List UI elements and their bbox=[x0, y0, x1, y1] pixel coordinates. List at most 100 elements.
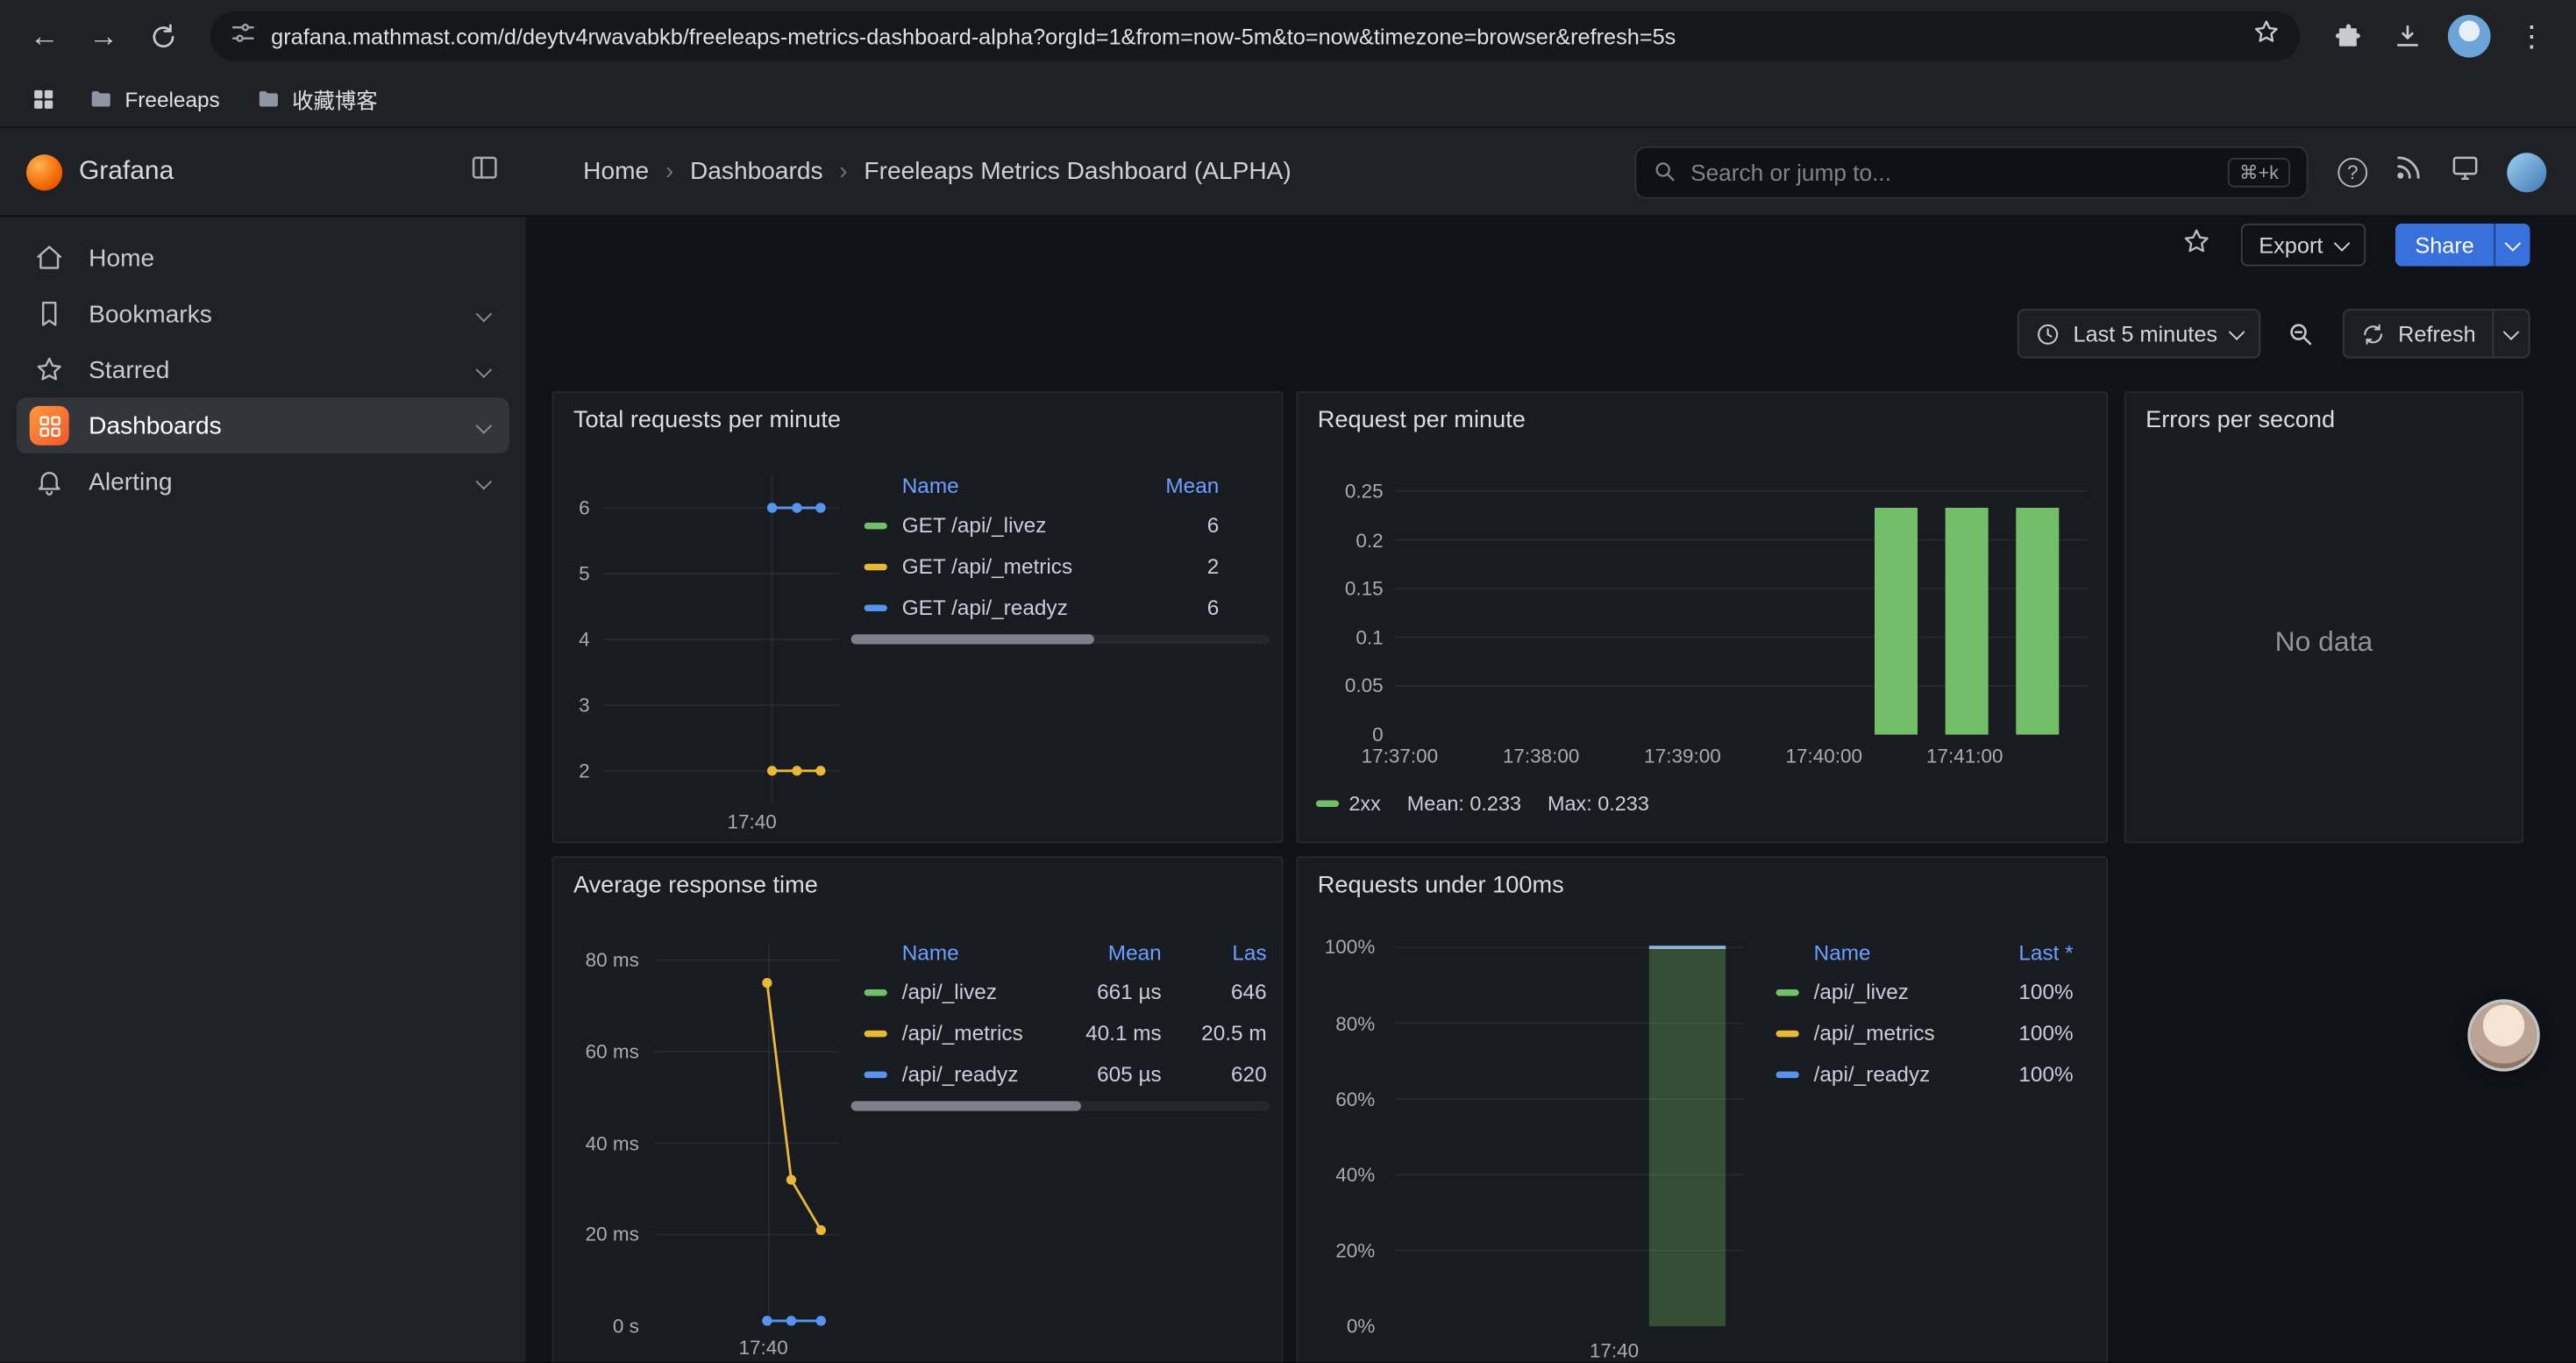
share-button-label[interactable]: Share bbox=[2395, 224, 2494, 267]
forward-icon[interactable]: → bbox=[75, 8, 132, 64]
y-tick-label: 0 s bbox=[613, 1315, 639, 1338]
sidebar-item-dashboards[interactable]: Dashboards bbox=[17, 397, 509, 453]
chart-requests-under-100ms[interactable] bbox=[1395, 942, 1743, 1326]
legend-value: 6 bbox=[1121, 513, 1219, 538]
bookmark-blog-folder[interactable]: 收藏博客 bbox=[243, 77, 391, 122]
y-tick-label: 0.05 bbox=[1345, 674, 1384, 697]
y-tick-label: 4 bbox=[579, 628, 590, 651]
legend-header-name[interactable]: Name bbox=[1763, 939, 1959, 964]
series-name[interactable]: /api/_metrics bbox=[1814, 1021, 1959, 1045]
sidebar-item-label: Dashboards bbox=[89, 411, 222, 439]
panel-title[interactable]: Average response time bbox=[573, 873, 818, 899]
series-swatch[interactable] bbox=[865, 522, 887, 528]
series-swatch[interactable] bbox=[1316, 801, 1339, 807]
series-name[interactable]: GET /api/_readyz bbox=[902, 595, 1121, 619]
series-name[interactable]: /api/_livez bbox=[902, 980, 1064, 1004]
panel-title[interactable]: Request per minute bbox=[1318, 408, 1526, 434]
downloads-icon[interactable] bbox=[2379, 8, 2435, 64]
chevron-down-icon[interactable] bbox=[478, 356, 496, 384]
chart-average-response-time[interactable] bbox=[654, 942, 840, 1326]
series-name[interactable]: 2xx bbox=[1348, 792, 1380, 815]
x-tick-label: 17:38:00 bbox=[1503, 745, 1580, 767]
chart-total-requests[interactable] bbox=[603, 475, 840, 804]
breadcrumb-separator-icon bbox=[665, 158, 673, 186]
dock-sidebar-icon[interactable] bbox=[470, 153, 500, 190]
refresh-interval-dropdown[interactable] bbox=[2492, 310, 2528, 356]
help-icon[interactable]: ? bbox=[2338, 157, 2367, 187]
series-swatch[interactable] bbox=[865, 1071, 887, 1077]
series-swatch[interactable] bbox=[865, 563, 887, 569]
favorite-star-icon[interactable] bbox=[2181, 226, 2211, 264]
legend-row: /api/_livez661 µs646 bbox=[851, 971, 1270, 1012]
series-swatch[interactable] bbox=[865, 988, 887, 995]
sidebar-item-alerting[interactable]: Alerting bbox=[17, 453, 509, 510]
series-swatch[interactable] bbox=[1776, 988, 1799, 995]
chevron-down-icon[interactable] bbox=[478, 411, 496, 439]
assistant-avatar[interactable] bbox=[2471, 1003, 2537, 1068]
legend-header[interactable]: Las bbox=[1162, 939, 1267, 964]
monitor-icon[interactable] bbox=[2450, 153, 2481, 190]
sidebar-item-starred[interactable]: Starred bbox=[17, 342, 509, 398]
search-input[interactable]: Search or jump to... ⌘+k bbox=[1634, 146, 2308, 198]
legend-header[interactable]: Last * bbox=[1959, 939, 2074, 964]
refresh-button[interactable]: Refresh bbox=[2342, 309, 2530, 358]
bookmark-star-icon[interactable] bbox=[2252, 18, 2281, 54]
series-name[interactable]: /api/_metrics bbox=[902, 1021, 1064, 1045]
share-button[interactable]: Share bbox=[2395, 224, 2530, 267]
series-name[interactable]: GET /api/_metrics bbox=[902, 553, 1121, 578]
panel-title[interactable]: Errors per second bbox=[2145, 408, 2335, 434]
x-axis: 17:40 bbox=[654, 1333, 840, 1359]
export-button[interactable]: Export bbox=[2241, 224, 2366, 267]
panel-title[interactable]: Total requests per minute bbox=[573, 408, 841, 434]
y-tick-label: 60 ms bbox=[586, 1040, 639, 1063]
legend-header-name[interactable]: Name bbox=[851, 939, 1064, 964]
legend-header[interactable]: Mean bbox=[1063, 939, 1161, 964]
user-avatar[interactable] bbox=[2507, 152, 2546, 191]
breadcrumb-dashboards[interactable]: Dashboards bbox=[690, 158, 823, 186]
browser-menu-icon[interactable]: ⋮ bbox=[2504, 8, 2560, 64]
apps-grid-icon[interactable] bbox=[19, 76, 65, 122]
series-swatch[interactable] bbox=[1776, 1071, 1799, 1077]
breadcrumb: Home Dashboards Freeleaps Metrics Dashbo… bbox=[583, 158, 1292, 186]
series-name[interactable]: /api/_livez bbox=[1814, 980, 1959, 1004]
legend-row: /api/_readyz605 µs620 bbox=[851, 1053, 1270, 1095]
grafana-logo[interactable] bbox=[26, 153, 62, 189]
series-name[interactable]: /api/_readyz bbox=[1814, 1061, 1959, 1086]
reload-icon[interactable] bbox=[135, 8, 191, 64]
legend-value: 6 bbox=[1121, 595, 1219, 619]
series-legend: 2xx Mean: 0.233 Max: 0.233 bbox=[1316, 792, 1649, 815]
address-bar[interactable]: grafana.mathmast.com/d/deytv4rwavabkb/fr… bbox=[210, 11, 2300, 61]
extensions-icon[interactable] bbox=[2320, 8, 2376, 64]
y-tick-label: 100% bbox=[1325, 936, 1376, 959]
grafana-header: Grafana Home Dashboards Freeleaps Metric… bbox=[0, 128, 2576, 217]
legend-scrollbar[interactable] bbox=[851, 1101, 1270, 1110]
series-swatch[interactable] bbox=[865, 604, 887, 610]
search-icon bbox=[1653, 160, 1677, 184]
chevron-down-icon[interactable] bbox=[478, 300, 496, 328]
browser-profile-avatar[interactable] bbox=[2448, 15, 2491, 58]
series-name[interactable]: GET /api/_livez bbox=[902, 513, 1121, 538]
back-icon[interactable]: ← bbox=[17, 8, 73, 64]
bookmark-freeleaps[interactable]: Freeleaps bbox=[75, 81, 233, 118]
series-swatch[interactable] bbox=[865, 1030, 887, 1036]
news-rss-icon[interactable] bbox=[2394, 153, 2423, 190]
sidebar-item-bookmarks[interactable]: Bookmarks bbox=[17, 286, 509, 342]
legend-value: 100% bbox=[1959, 1021, 2074, 1045]
legend-scrollbar[interactable] bbox=[851, 634, 1270, 644]
breadcrumb-home[interactable]: Home bbox=[583, 158, 649, 186]
y-tick-label: 0% bbox=[1347, 1315, 1375, 1338]
zoom-out-time-icon[interactable] bbox=[2276, 309, 2325, 358]
series-swatch[interactable] bbox=[1776, 1030, 1799, 1036]
y-axis: 65432 bbox=[557, 475, 593, 804]
series-name[interactable]: /api/_readyz bbox=[902, 1061, 1064, 1086]
chart-request-per-minute[interactable] bbox=[1395, 475, 2089, 735]
x-tick-label: 17:40 bbox=[1590, 1339, 1639, 1362]
time-range-picker[interactable]: Last 5 minutes bbox=[2017, 309, 2260, 358]
legend-header-name[interactable]: Name bbox=[851, 473, 1121, 497]
sidebar-item-home[interactable]: Home bbox=[17, 230, 509, 286]
panel-title[interactable]: Requests under 100ms bbox=[1318, 873, 1564, 899]
site-settings-icon[interactable] bbox=[230, 19, 256, 54]
chevron-down-icon[interactable] bbox=[478, 467, 496, 496]
share-dropdown-icon[interactable] bbox=[2494, 224, 2530, 267]
legend-header[interactable]: Mean bbox=[1121, 473, 1219, 497]
